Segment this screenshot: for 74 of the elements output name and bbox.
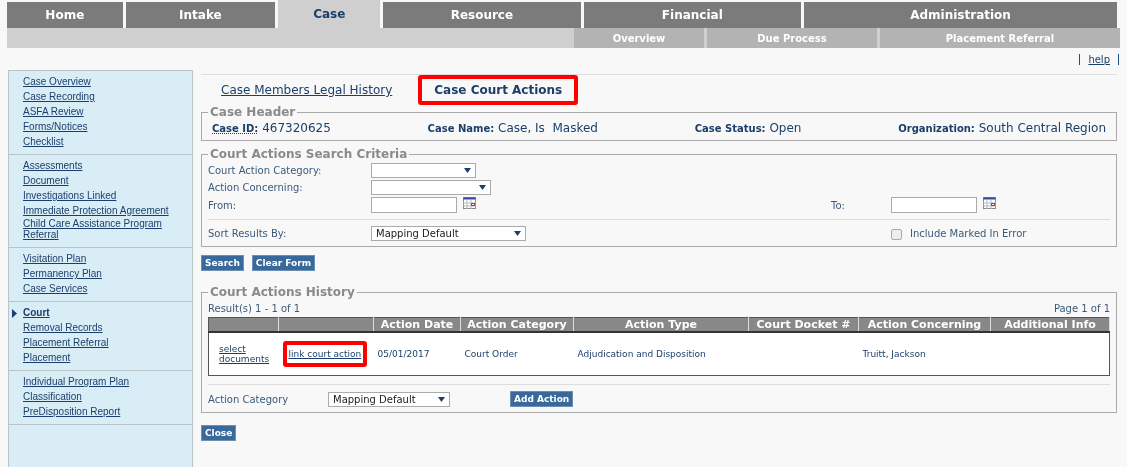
column-header: Action Date — [373, 317, 461, 332]
header-field: Organization: South Central Region — [898, 121, 1106, 135]
tab[interactable]: Case Members Legal History — [205, 75, 409, 105]
help-link[interactable]: help — [1088, 53, 1110, 65]
header-field: Case ID: 467320625 — [212, 121, 331, 135]
column-header: Action Category — [460, 317, 574, 332]
sidebar-link[interactable]: Case Overview — [23, 76, 91, 87]
dropdown-arrow-icon — [464, 168, 471, 173]
dropdown-arrow-icon — [438, 396, 445, 402]
sidebar-link[interactable]: Checklist — [23, 136, 64, 147]
nav-tab[interactable]: Resource — [383, 2, 581, 28]
sidebar-link[interactable]: Case Recording — [23, 91, 95, 102]
page-count: Page 1 of 1 — [1053, 303, 1110, 314]
nav-tab[interactable]: Financial — [583, 2, 802, 28]
column-header: Action Type — [573, 317, 749, 332]
row-link[interactable]: link court action — [282, 341, 368, 367]
sidebar-link[interactable]: Removal Records — [23, 322, 103, 333]
sidebar-link[interactable]: Document — [23, 175, 69, 186]
table-cell: Adjudication and Disposition — [577, 349, 706, 359]
sidebar-link[interactable]: Assessments — [23, 160, 83, 171]
field-label: From: — [208, 199, 238, 211]
dropdown-arrow-icon — [479, 185, 486, 190]
column-header: Court Docket # — [748, 317, 859, 332]
sidebar-link[interactable]: Case Services — [23, 283, 88, 294]
column-header: Action Concerning — [858, 317, 991, 332]
action-category-dropdown[interactable]: Mapping Default — [328, 391, 450, 407]
nav-tab[interactable]: Administration — [804, 2, 1117, 28]
caret-icon — [12, 309, 17, 318]
sidebar-link[interactable]: Immediate Protection Agreement — [23, 205, 169, 216]
table-cell: 05/01/2017 — [377, 349, 430, 359]
header-field: Case Status: Open — [694, 121, 802, 135]
row-link[interactable]: select documents — [213, 336, 276, 372]
table-cell: Truitt, Jackson — [862, 349, 926, 359]
sidebar-link[interactable]: Placement — [23, 352, 71, 363]
field-label: Action Concerning: — [208, 182, 304, 193]
section-title: Court Actions History — [209, 285, 356, 299]
field-label: To: — [830, 199, 846, 211]
column-header: Additional Info — [990, 317, 1110, 332]
category-dropdown[interactable] — [371, 163, 476, 178]
table-cell: Court Order — [464, 349, 518, 359]
nav-tab[interactable]: Home — [7, 2, 123, 28]
form-button[interactable]: Search — [201, 255, 244, 271]
nav-tab[interactable]: Intake — [125, 2, 276, 28]
add-action-button[interactable]: Add Action — [510, 391, 574, 407]
results-count: Result(s) 1 - 1 of 1 — [208, 303, 301, 314]
sidebar-link[interactable]: Placement Referral — [23, 337, 109, 348]
sidebar-link[interactable]: Classification — [23, 391, 82, 402]
field-label: Action Category — [208, 393, 290, 405]
sidebar-link[interactable]: Individual Program Plan — [23, 376, 130, 387]
checkbox[interactable] — [891, 228, 902, 240]
dropdown-arrow-icon — [514, 231, 521, 236]
checkbox-label: Include Marked In Error — [910, 228, 1027, 239]
calendar-icon[interactable] — [983, 197, 996, 209]
field-label: Court Action Category: — [208, 165, 323, 176]
sidebar-link[interactable]: Permanency Plan — [23, 268, 102, 279]
sidebar-link[interactable]: ASFA Review — [23, 106, 84, 117]
sidebar-link[interactable]: Investigations Linked — [23, 190, 117, 201]
form-button[interactable]: Clear Form — [251, 255, 316, 271]
to-date-field[interactable] — [891, 197, 977, 213]
calendar-icon[interactable] — [463, 197, 476, 209]
sidebar-link[interactable]: Court — [23, 307, 50, 318]
sidebar-link[interactable]: Visitation Plan — [23, 253, 87, 264]
close-button[interactable]: Close — [201, 425, 237, 441]
nav-tab[interactable]: Case — [278, 0, 381, 28]
sidebar-link[interactable]: Forms/Notices — [23, 121, 88, 132]
from-date-field[interactable] — [371, 197, 457, 213]
section-title: Court Actions Search Criteria — [209, 147, 409, 161]
tab[interactable]: Case Court Actions — [418, 75, 579, 105]
section-title: Case Header — [209, 105, 297, 119]
sidebar-link[interactable]: PreDisposition Report — [23, 406, 121, 417]
field-label: Sort Results By: — [208, 228, 288, 239]
sort-dropdown[interactable]: Mapping Default — [371, 226, 526, 241]
header-field: Case Name: Case, Is Masked — [427, 121, 598, 135]
sidebar-link[interactable]: Child Care Assistance Program Referral — [23, 218, 188, 240]
